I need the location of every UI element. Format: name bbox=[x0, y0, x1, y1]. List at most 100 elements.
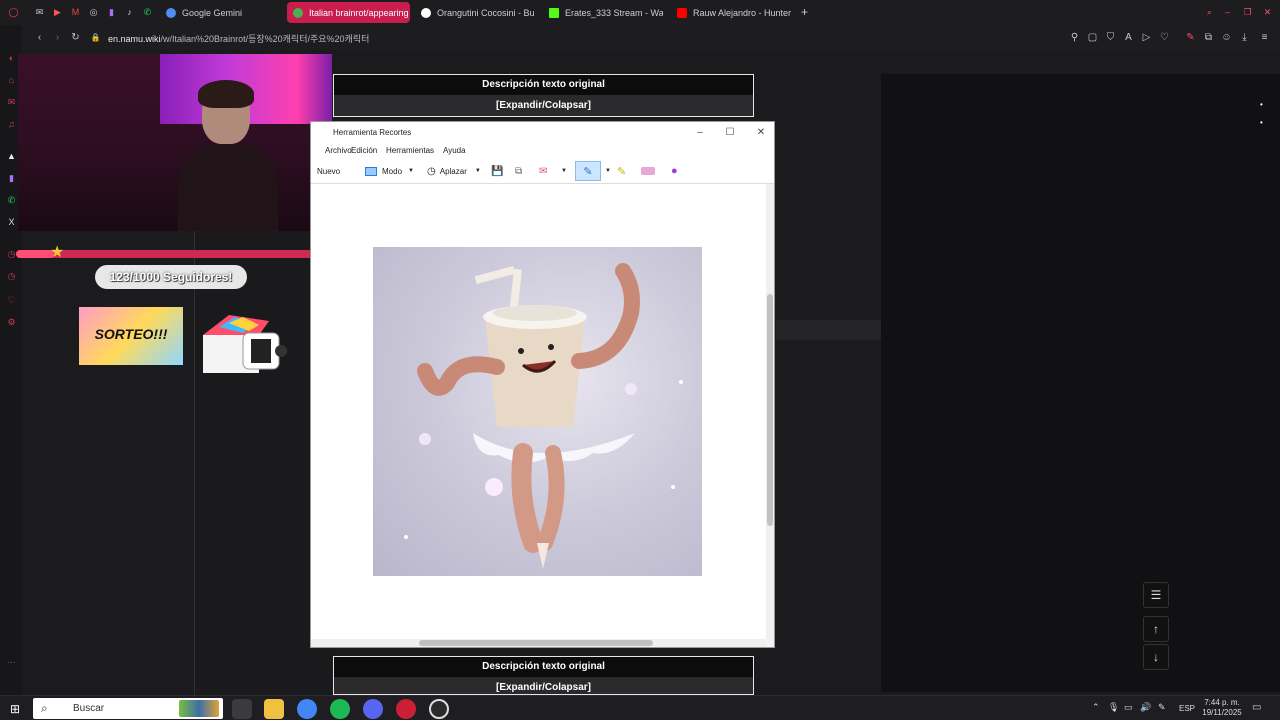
send-icon[interactable]: ✉ bbox=[539, 164, 547, 178]
pin-tabs-icon[interactable]: ✎ bbox=[1185, 32, 1196, 43]
taskbar-clock[interactable]: 7:44 p. m. 19/11/2025 bbox=[1198, 698, 1246, 718]
clock-time: 7:44 p. m. bbox=[1204, 698, 1240, 707]
chrome-taskbar-icon[interactable] bbox=[297, 699, 317, 719]
network-icon[interactable]: ▭ bbox=[1124, 702, 1133, 713]
search-placeholder: Buscar bbox=[73, 703, 105, 714]
search-tabs-icon[interactable]: ⌕ bbox=[1204, 7, 1215, 18]
collapse-toggle[interactable]: [Expandir/Colapsar] bbox=[334, 677, 753, 694]
file-explorer-icon[interactable] bbox=[264, 699, 284, 719]
gmail-icon[interactable]: M bbox=[70, 7, 81, 18]
scroll-bottom-button[interactable]: ↓ bbox=[1143, 644, 1169, 670]
chevron-down-icon[interactable]: ▼ bbox=[605, 164, 611, 178]
twitch-sidebar-icon[interactable]: ▮ bbox=[6, 173, 17, 184]
tab-orangutini[interactable]: Orangutini Cocosini - Bu bbox=[415, 2, 537, 23]
youtube-icon[interactable]: ▶ bbox=[52, 7, 63, 18]
extensions-icon[interactable]: ⧉ bbox=[1203, 32, 1214, 43]
highlighter-icon[interactable]: ✎ bbox=[617, 164, 626, 178]
copy-icon[interactable]: ⧉ bbox=[515, 164, 522, 178]
vertical-scroll-thumb[interactable] bbox=[767, 294, 773, 526]
paint3d-icon[interactable]: ● bbox=[671, 164, 678, 178]
save-icon[interactable]: 💾 bbox=[491, 164, 503, 178]
chrome-icon[interactable]: ◎ bbox=[88, 7, 99, 18]
aria-icon[interactable]: ◐ bbox=[6, 53, 17, 64]
tab-erates-stream[interactable]: Erates_333 Stream - Wat bbox=[543, 2, 663, 23]
new-tab-icon[interactable]: + bbox=[799, 6, 810, 18]
translate-icon[interactable]: A bbox=[1123, 32, 1134, 43]
table-of-contents-button[interactable]: ☰ bbox=[1143, 582, 1169, 608]
chevron-down-icon: ▼ bbox=[408, 168, 414, 174]
tab-italian-brainrot[interactable]: Italian brainrot/appearing bbox=[287, 2, 410, 23]
discord-icon[interactable] bbox=[363, 699, 383, 719]
more-icon[interactable]: … bbox=[6, 655, 17, 666]
screenshot-icon[interactable]: ▢ bbox=[1087, 32, 1098, 43]
delay-button[interactable]: ◷ Aplazar ▼ bbox=[427, 164, 481, 178]
pin-icon[interactable]: ⚲ bbox=[1069, 32, 1080, 43]
windows-start-icon[interactable]: ⊞ bbox=[10, 702, 20, 716]
back-icon[interactable]: ‹ bbox=[34, 32, 45, 43]
menu-herramientas[interactable]: Herramientas bbox=[386, 146, 434, 155]
volume-icon[interactable]: 🔊 bbox=[1140, 702, 1151, 713]
tab-rauw-alejandro[interactable]: Rauw Alejandro - Hunter bbox=[671, 2, 793, 23]
profile-icon[interactable]: ☺ bbox=[1221, 32, 1232, 43]
play-icon[interactable]: ▷ bbox=[1141, 32, 1152, 43]
pen-button[interactable]: ✎ bbox=[575, 161, 601, 181]
sidebar-app-icon[interactable]: ▲ bbox=[6, 151, 17, 162]
taskbar-search[interactable]: ⌕ Buscar bbox=[33, 698, 223, 719]
obs-icon[interactable] bbox=[429, 699, 449, 719]
messenger-icon[interactable]: ✉ bbox=[6, 97, 17, 108]
forward-icon[interactable]: › bbox=[52, 32, 63, 43]
minimize-icon[interactable]: – bbox=[1222, 7, 1233, 18]
namuwiki-favicon-icon bbox=[293, 7, 303, 18]
vpn-icon[interactable]: ⛉ bbox=[1105, 32, 1116, 43]
settings-icon[interactable]: ⚙ bbox=[6, 317, 17, 328]
scroll-top-button[interactable]: ↑ bbox=[1143, 616, 1169, 642]
x-sidebar-icon[interactable]: X bbox=[6, 217, 17, 228]
horizontal-scrollbar[interactable] bbox=[311, 639, 766, 647]
menu-archivo[interactable]: Archivo bbox=[325, 146, 352, 155]
language-indicator[interactable]: ESP bbox=[1179, 704, 1195, 713]
clock-icon[interactable]: ◷ bbox=[6, 271, 17, 282]
bookmark-icon[interactable]: ♡ bbox=[6, 295, 17, 306]
chevron-down-icon[interactable]: ▼ bbox=[561, 164, 567, 178]
heart-icon[interactable]: ♡ bbox=[1159, 32, 1170, 43]
maximize-icon[interactable]: ❐ bbox=[1242, 7, 1253, 18]
workspace-icon[interactable]: ⌂ bbox=[6, 75, 17, 86]
new-snip-label: Nuevo bbox=[317, 166, 341, 176]
notification-icon[interactable]: ▭ bbox=[1252, 702, 1261, 713]
mail-icon[interactable]: ✉ bbox=[34, 7, 45, 18]
menu-edicion[interactable]: Edición bbox=[351, 146, 377, 155]
window-close-icon[interactable]: ✕ bbox=[754, 126, 768, 140]
opera-logo-icon[interactable]: ◯ bbox=[8, 7, 19, 18]
microphone-icon[interactable]: 🎙 bbox=[1108, 702, 1119, 713]
vertical-scrollbar[interactable] bbox=[766, 184, 774, 639]
whatsapp-sidebar-icon[interactable]: ✆ bbox=[6, 195, 17, 206]
menu-ayuda[interactable]: Ayuda bbox=[443, 146, 466, 155]
whatsapp-icon[interactable]: ✆ bbox=[142, 7, 153, 18]
snip-canvas bbox=[311, 184, 766, 639]
taskview-icon[interactable] bbox=[232, 699, 252, 719]
opera-taskbar-icon[interactable] bbox=[396, 699, 416, 719]
collapse-toggle[interactable]: [Expandir/Colapsar] bbox=[334, 95, 753, 116]
sorteo-text: SORTEO!!! bbox=[94, 326, 168, 342]
pen-icon: ✎ bbox=[583, 165, 593, 178]
tiktok-icon[interactable]: ♪ bbox=[124, 7, 135, 18]
music-icon[interactable]: ♫ bbox=[6, 119, 17, 130]
mode-button[interactable]: Modo ▼ bbox=[365, 164, 414, 178]
tray-chevron-icon[interactable]: ⌃ bbox=[1092, 702, 1100, 713]
tab-label: Orangutini Cocosini - Bu bbox=[437, 7, 535, 18]
reload-icon[interactable]: ↻ bbox=[70, 32, 81, 43]
spotify-icon[interactable] bbox=[330, 699, 350, 719]
url-field[interactable]: en.namu.wiki/w/Italian%20Brainrot/등장%20캐… bbox=[108, 32, 369, 45]
menu-icon[interactable]: ≡ bbox=[1259, 32, 1270, 43]
horizontal-scroll-thumb[interactable] bbox=[419, 640, 653, 646]
new-snip-button[interactable]: Nuevo bbox=[317, 164, 340, 178]
eraser-icon[interactable] bbox=[641, 167, 655, 175]
window-minimize-icon[interactable]: – bbox=[693, 126, 707, 140]
window-maximize-icon[interactable]: ☐ bbox=[723, 126, 737, 140]
close-icon[interactable]: ✕ bbox=[1262, 7, 1273, 18]
lock-icon: 🔒 bbox=[90, 33, 101, 42]
twitch-icon[interactable]: ▮ bbox=[106, 7, 117, 18]
pen-tray-icon[interactable]: ✎ bbox=[1158, 702, 1166, 713]
download-icon[interactable]: ⤓ bbox=[1239, 32, 1250, 43]
tab-google-gemini[interactable]: Google Gemini bbox=[160, 2, 280, 23]
